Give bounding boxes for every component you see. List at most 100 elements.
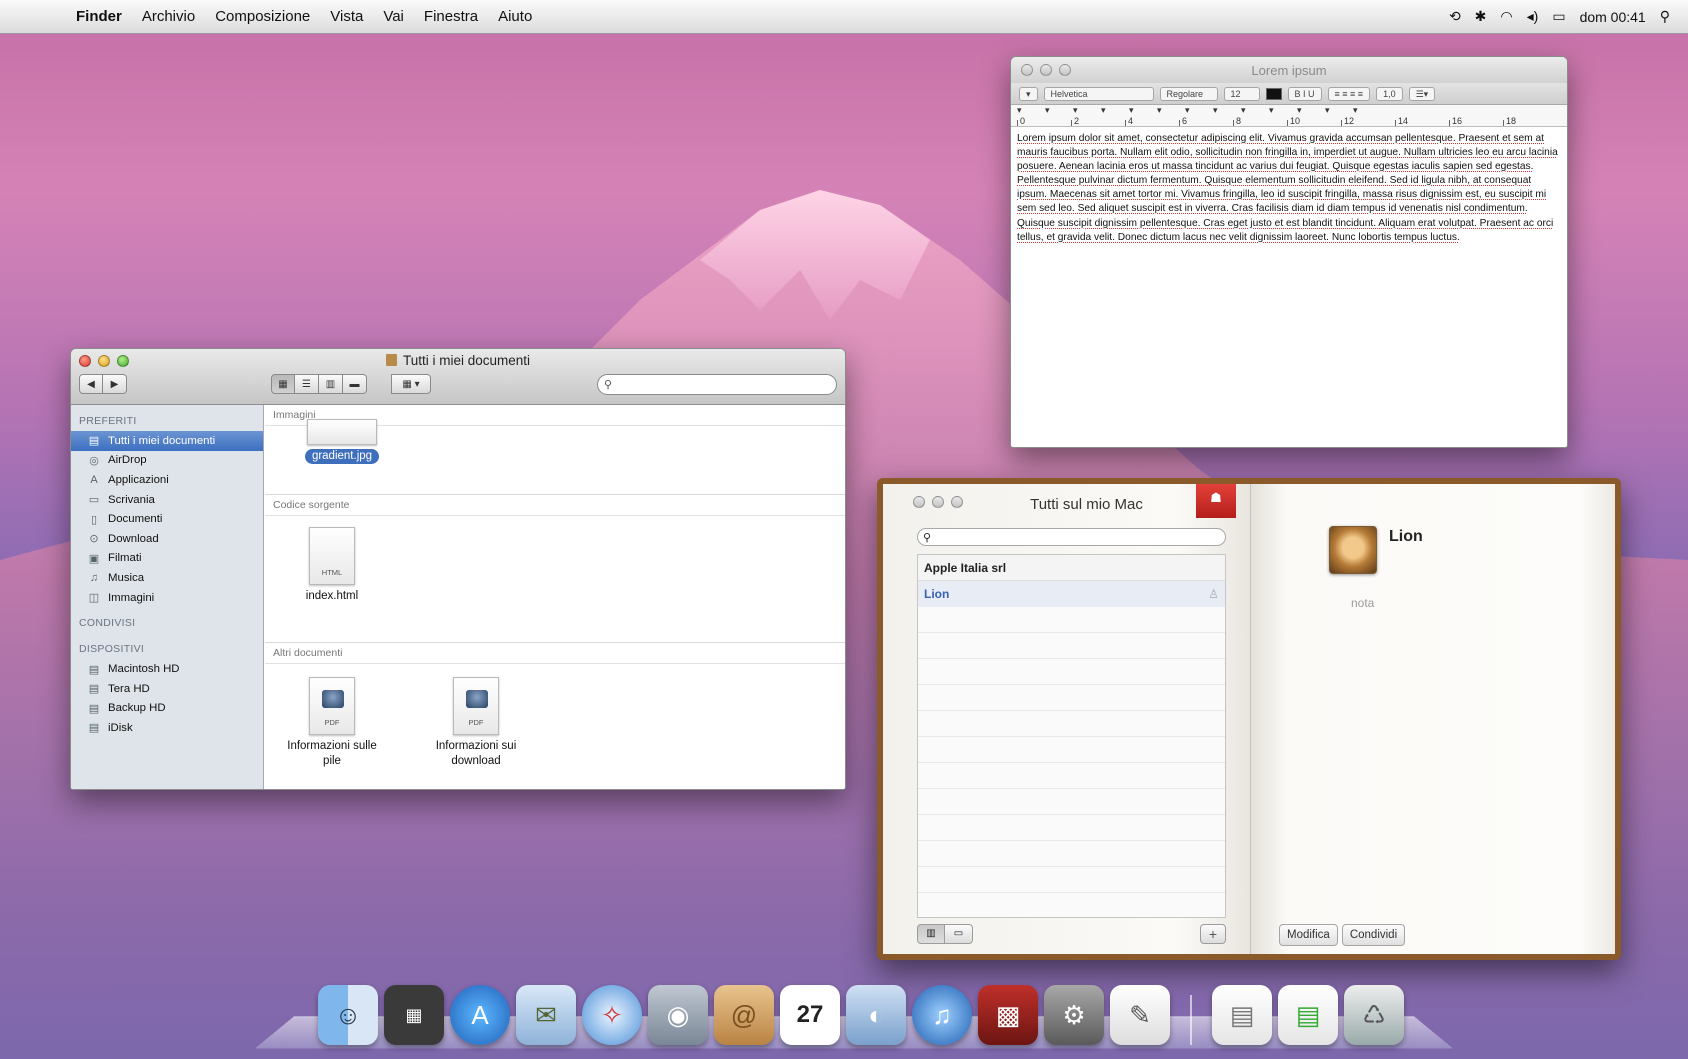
- app-store-dock-icon[interactable]: A: [450, 985, 510, 1045]
- editor-ruler[interactable]: 0 2 4 6 8 10 12 14 16 18 ▾ ▾ ▾ ▾ ▾ ▾ ▾ ▾ ▾ ▾ ▾ ▾ ▾: [1011, 105, 1567, 127]
- text-color-well[interactable]: [1265, 87, 1282, 100]
- facetime-dock-icon[interactable]: ◉: [648, 985, 708, 1045]
- tab-stop-marker[interactable]: ▾: [1241, 105, 1246, 116]
- sidebar-item-desktop[interactable]: ▭ Scrivania: [71, 490, 263, 510]
- tab-stop-marker[interactable]: ▾: [1073, 105, 1078, 116]
- spotlight-icon[interactable]: ⚲: [1660, 8, 1670, 25]
- font-style-popup[interactable]: Regolare: [1159, 86, 1218, 101]
- card-view-icon[interactable]: ▭: [945, 924, 973, 944]
- tab-stop-marker[interactable]: ▾: [1297, 105, 1302, 116]
- editor-titlebar[interactable]: Lorem ipsum: [1011, 57, 1567, 83]
- file-item[interactable]: HTML index.html: [277, 527, 387, 604]
- search-field[interactable]: ⚲: [597, 374, 837, 395]
- contact-row[interactable]: Lion ♙: [918, 581, 1225, 607]
- itunes-dock-icon[interactable]: ♫: [912, 985, 972, 1045]
- tab-stop-marker[interactable]: ▾: [1129, 105, 1134, 116]
- share-button[interactable]: Condividi: [1341, 924, 1406, 946]
- tab-stop-marker[interactable]: ▾: [1325, 105, 1330, 116]
- sidebar-item-airdrop[interactable]: ◎ AirDrop: [71, 451, 263, 471]
- ruler-label: 2: [1074, 116, 1080, 126]
- tab-stop-marker[interactable]: ▾: [1101, 105, 1106, 116]
- dashboard-dock-icon[interactable]: ▦: [384, 985, 444, 1045]
- groups-bookmark-icon[interactable]: ☗: [1196, 484, 1236, 518]
- airdrop-icon: ◎: [89, 454, 99, 467]
- mail-dock-icon[interactable]: ✉: [516, 985, 576, 1045]
- document-text: Lorem ipsum dolor sit amet, consectetur …: [1017, 133, 1558, 243]
- menu-vai[interactable]: Vai: [373, 8, 414, 25]
- coverflow-view-button[interactable]: ▬: [343, 374, 367, 394]
- sidebar-item-macintosh-hd[interactable]: ▤ Macintosh HD: [71, 659, 263, 679]
- sidebar-item-movies[interactable]: ▣ Filmati: [71, 549, 263, 569]
- menu-aiuto[interactable]: Aiuto: [488, 8, 542, 25]
- tab-stop-marker[interactable]: ▾: [1269, 105, 1274, 116]
- contact-photo[interactable]: [1329, 526, 1377, 574]
- forward-button[interactable]: ▶: [103, 374, 127, 394]
- bluetooth-icon[interactable]: ✱: [1475, 8, 1487, 25]
- sidebar-item-applications[interactable]: A Applicazioni: [71, 470, 263, 490]
- file-item[interactable]: PDF Informazioni sulle pile: [277, 677, 387, 769]
- list-popup[interactable]: ☰▾: [1408, 86, 1436, 101]
- card-note[interactable]: nota: [1351, 596, 1374, 610]
- file-item[interactable]: gradient.jpg: [287, 419, 397, 464]
- textedit-dock-icon[interactable]: ✎: [1110, 985, 1170, 1045]
- sidebar-item-idisk[interactable]: ▤ iDisk: [71, 718, 263, 738]
- system-preferences-dock-icon[interactable]: ⚙: [1044, 985, 1104, 1045]
- battery-icon[interactable]: ▭: [1552, 8, 1565, 25]
- column-view-button[interactable]: ▥: [319, 374, 343, 394]
- file-item[interactable]: PDF Informazioni sui download: [421, 677, 531, 769]
- back-button[interactable]: ◀: [79, 374, 103, 394]
- trash-dock-icon[interactable]: ♺: [1344, 985, 1404, 1045]
- sidebar-item-documents[interactable]: ▯ Documenti: [71, 509, 263, 529]
- bold-italic-underline-buttons[interactable]: B I U: [1287, 86, 1322, 101]
- volume-icon[interactable]: ◂): [1527, 8, 1539, 25]
- preview-dock-icon[interactable]: ◐: [846, 985, 906, 1045]
- alignment-buttons[interactable]: ≡ ≡ ≡ ≡: [1327, 86, 1371, 101]
- menu-clock[interactable]: dom 00:41: [1580, 9, 1646, 25]
- paragraph-style-popup[interactable]: ▾: [1019, 86, 1038, 101]
- icon-view-button[interactable]: ▦: [271, 374, 295, 394]
- image-file-icon: [307, 419, 377, 445]
- documents-stack-icon[interactable]: ▤: [1212, 985, 1272, 1045]
- arrange-menu-button[interactable]: ▦ ▾: [391, 374, 431, 394]
- downloads-stack-icon[interactable]: ▤: [1278, 985, 1338, 1045]
- sidebar-item-download[interactable]: ⊙ Download: [71, 529, 263, 549]
- tab-stop-marker[interactable]: ▾: [1157, 105, 1162, 116]
- menu-finder[interactable]: Finder: [66, 8, 132, 25]
- ruler-tick: [1449, 120, 1450, 126]
- line-spacing-popup[interactable]: 1,0: [1376, 86, 1403, 101]
- menu-composizione[interactable]: Composizione: [205, 8, 320, 25]
- contacts-search-input[interactable]: ⚲: [917, 528, 1226, 546]
- tab-stop-marker[interactable]: ▾: [1045, 105, 1050, 116]
- book-view-icon[interactable]: ▥: [917, 924, 945, 944]
- tab-stop-marker[interactable]: ▾: [1353, 105, 1358, 116]
- tab-stop-marker[interactable]: ▾: [1213, 105, 1218, 116]
- view-toggle: ▥ ▭: [917, 924, 973, 944]
- font-family-popup[interactable]: Helvetica: [1043, 86, 1154, 101]
- photo-booth-dock-icon[interactable]: ▩: [978, 985, 1038, 1045]
- sidebar-item-all-documents[interactable]: ▤ Tutti i miei documenti: [71, 431, 263, 451]
- sidebar-item-music[interactable]: ♫ Musica: [71, 568, 263, 588]
- finder-titlebar[interactable]: Tutti i miei documenti ◀ ▶ ▦ ☰ ▥ ▬ ▦ ▾ ⚲: [71, 349, 845, 405]
- safari-dock-icon[interactable]: ✧: [582, 985, 642, 1045]
- tab-stop-marker[interactable]: ▾: [1017, 105, 1022, 116]
- contact-name: Lion: [924, 587, 950, 601]
- edit-button[interactable]: Modifica: [1279, 924, 1338, 946]
- font-size-popup[interactable]: 12: [1223, 86, 1260, 101]
- sidebar-item-pictures[interactable]: ◫ Immagini: [71, 588, 263, 608]
- sidebar-item-backup-hd[interactable]: ▤ Backup HD: [71, 699, 263, 719]
- ruler-label: 16: [1452, 116, 1463, 126]
- editor-text-area[interactable]: Lorem ipsum dolor sit amet, consectetur …: [1011, 127, 1567, 250]
- menu-finestra[interactable]: Finestra: [414, 8, 488, 25]
- add-contact-button[interactable]: +: [1200, 924, 1226, 944]
- addressbook-dock-icon[interactable]: @: [714, 985, 774, 1045]
- list-view-button[interactable]: ☰: [295, 374, 319, 394]
- finder-dock-icon[interactable]: ☺: [318, 985, 378, 1045]
- ical-dock-icon[interactable]: 27: [780, 985, 840, 1045]
- sidebar-item-label: Tera HD: [108, 682, 150, 695]
- menu-vista[interactable]: Vista: [320, 8, 373, 25]
- time-machine-icon[interactable]: ⟲: [1449, 8, 1461, 25]
- tab-stop-marker[interactable]: ▾: [1185, 105, 1190, 116]
- sidebar-item-tera-hd[interactable]: ▤ Tera HD: [71, 679, 263, 699]
- wifi-icon[interactable]: ◠: [1500, 8, 1512, 25]
- menu-archivio[interactable]: Archivio: [132, 8, 205, 25]
